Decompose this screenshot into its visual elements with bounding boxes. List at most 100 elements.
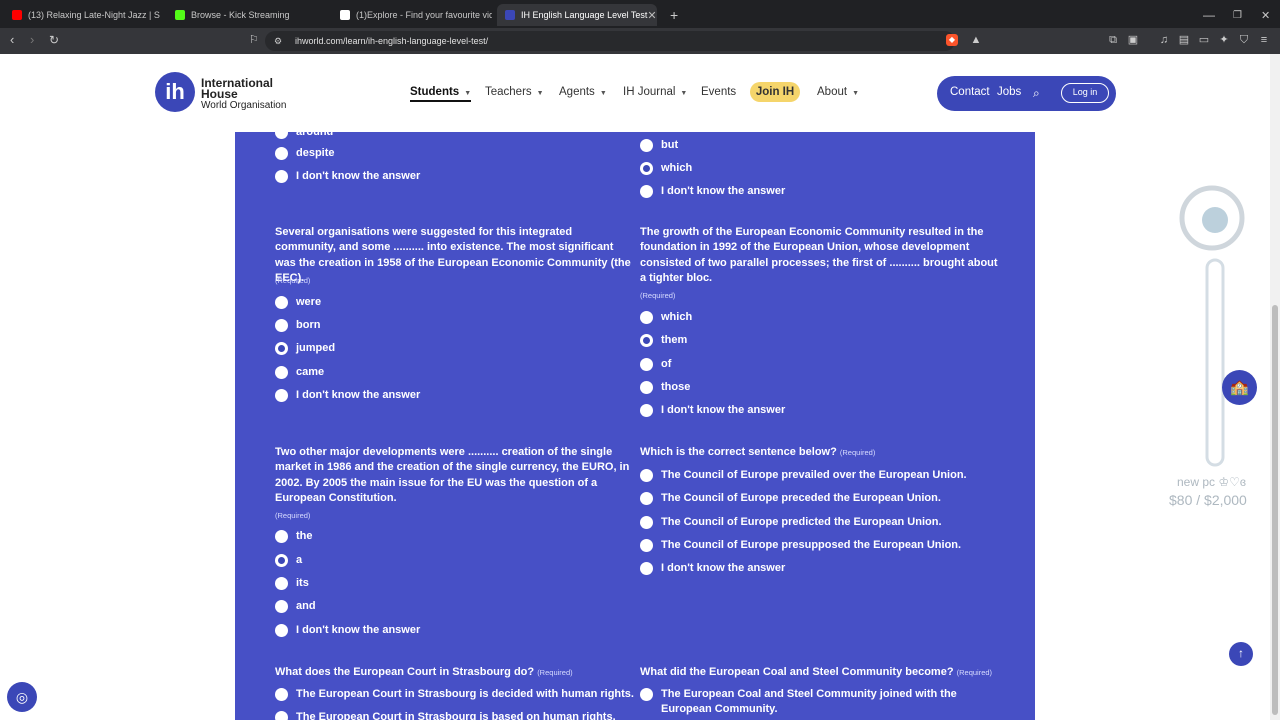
radio-button[interactable]: [275, 710, 288, 720]
menu-icon[interactable]: ≡: [1258, 34, 1270, 46]
radio-button[interactable]: [640, 688, 653, 701]
option-and[interactable]: and: [275, 599, 316, 613]
radio-button[interactable]: [275, 687, 288, 701]
option-came[interactable]: came: [275, 365, 324, 379]
option-predicted[interactable]: The Council of Europe predicted the Euro…: [640, 515, 942, 529]
option-presupposed[interactable]: The Council of Europe presupposed the Eu…: [640, 538, 961, 552]
extensions-icon[interactable]: ⧉: [1107, 34, 1119, 46]
contact-link[interactable]: Contact: [950, 86, 990, 98]
option-dont-know[interactable]: I don't know the answer: [640, 403, 785, 417]
nav-ih-journal[interactable]: IH Journal ▼: [623, 86, 687, 98]
scroll-to-top-icon[interactable]: ↑: [1229, 642, 1253, 666]
option-preceded[interactable]: The Council of Europe preceded the Europ…: [640, 491, 941, 505]
radio-button-selected[interactable]: [640, 333, 653, 347]
option-dont-know[interactable]: I don't know the answer: [275, 388, 420, 402]
reload-icon[interactable]: ↻: [49, 33, 59, 47]
site-settings-icon[interactable]: ⚙: [272, 35, 284, 47]
radio-button[interactable]: [275, 388, 288, 402]
radio-button[interactable]: [275, 295, 288, 309]
search-icon[interactable]: ⌕: [1033, 86, 1040, 101]
radio-button[interactable]: [275, 169, 288, 183]
option-were[interactable]: were: [275, 295, 321, 309]
nav-teachers[interactable]: Teachers ▼: [485, 86, 544, 98]
nav-students[interactable]: Students ▼: [410, 86, 472, 102]
new-tab-button[interactable]: +: [662, 4, 682, 26]
nav-events[interactable]: Events: [701, 86, 736, 98]
option-born[interactable]: born: [275, 318, 320, 332]
radio-button[interactable]: [275, 529, 288, 543]
radio-button[interactable]: [275, 132, 288, 139]
option-of[interactable]: of: [640, 357, 671, 371]
chat-icon[interactable]: ◎: [7, 682, 37, 712]
media-icon[interactable]: ♫: [1158, 34, 1170, 46]
forward-icon[interactable]: ›: [30, 33, 34, 47]
radio-button[interactable]: [275, 576, 288, 590]
radio-button[interactable]: [640, 138, 653, 152]
radio-button[interactable]: [275, 365, 288, 379]
radio-button[interactable]: [640, 310, 653, 324]
option-dont-know[interactable]: I don't know the answer: [275, 169, 420, 183]
ih-logo-icon[interactable]: ih: [155, 72, 195, 112]
wallet-icon[interactable]: ▭: [1198, 34, 1210, 46]
browser-tab-tiktok[interactable]: (1)Explore - Find your favourite video: [332, 4, 492, 26]
radio-button[interactable]: [640, 491, 653, 505]
option-despite[interactable]: despite: [275, 146, 335, 160]
radio-button-selected[interactable]: [275, 341, 288, 355]
option-but[interactable]: but: [640, 138, 678, 152]
minimize-icon[interactable]: —: [1195, 4, 1215, 26]
browser-tab-youtube[interactable]: (13) Relaxing Late-Night Jazz | Sa: [4, 4, 160, 26]
restore-icon[interactable]: ❐: [1225, 4, 1245, 26]
radio-button[interactable]: [640, 380, 653, 394]
radio-button[interactable]: [640, 403, 653, 417]
radio-button[interactable]: [640, 184, 653, 198]
radio-button[interactable]: [275, 318, 288, 332]
option-its[interactable]: its: [275, 576, 309, 590]
school-icon[interactable]: 🏫: [1222, 370, 1257, 405]
browser-tab-kick[interactable]: Browse - Kick Streaming: [167, 4, 327, 26]
radio-button[interactable]: [275, 599, 288, 613]
option-those[interactable]: those: [640, 380, 690, 394]
url-field[interactable]: ihworld.com/learn/ih-english-language-le…: [265, 31, 955, 51]
radio-button[interactable]: [640, 357, 653, 371]
browser-tab-ih[interactable]: IH English Language Level Test ✕: [497, 4, 657, 26]
option-prevailed[interactable]: The Council of Europe prevailed over the…: [640, 468, 967, 482]
radio-button[interactable]: [275, 623, 288, 637]
option-label: I don't know the answer: [661, 185, 786, 197]
leo-icon[interactable]: ✦: [1218, 34, 1230, 46]
radio-button-selected[interactable]: [640, 161, 653, 175]
option-dont-know[interactable]: I don't know the answer: [640, 184, 785, 198]
radio-button[interactable]: [640, 515, 653, 529]
vpn-icon[interactable]: ⛉: [1238, 34, 1250, 46]
radio-button[interactable]: [640, 468, 653, 482]
radio-button[interactable]: [640, 561, 653, 575]
bookmark-icon[interactable]: ⚐: [249, 33, 259, 47]
option-a[interactable]: a: [275, 553, 302, 567]
brave-rewards-icon[interactable]: ▲: [970, 34, 982, 46]
option-dont-know[interactable]: I don't know the answer: [275, 623, 420, 637]
close-window-icon[interactable]: ✕: [1253, 4, 1273, 26]
radio-button[interactable]: [275, 146, 288, 160]
sidebar-icon[interactable]: ▤: [1178, 34, 1190, 46]
option-based[interactable]: The European Court in Strasbourg is base…: [275, 710, 616, 720]
back-icon[interactable]: ‹: [10, 33, 14, 47]
option-around[interactable]: around: [275, 132, 333, 139]
radio-button-selected[interactable]: [275, 553, 288, 567]
join-ih-button[interactable]: Join IH: [750, 82, 800, 102]
brave-shields-icon[interactable]: ◆: [946, 34, 958, 46]
nav-agents[interactable]: Agents ▼: [559, 86, 607, 98]
login-button[interactable]: Log in: [1061, 83, 1109, 103]
option-decided[interactable]: The European Court in Strasbourg is deci…: [275, 687, 634, 701]
scrollbar-thumb[interactable]: [1272, 305, 1278, 715]
option-them[interactable]: them: [640, 333, 687, 347]
option-dont-know[interactable]: I don't know the answer: [640, 561, 785, 575]
close-tab-icon[interactable]: ✕: [647, 9, 656, 22]
screenshot-icon[interactable]: ▣: [1127, 34, 1139, 46]
option-joined[interactable]: The European Coal and Steel Community jo…: [640, 687, 970, 717]
nav-about[interactable]: About ▼: [817, 86, 859, 98]
option-which[interactable]: which: [640, 310, 692, 324]
jobs-link[interactable]: Jobs: [997, 86, 1021, 98]
option-which[interactable]: which: [640, 161, 692, 175]
radio-button[interactable]: [640, 538, 653, 552]
option-jumped[interactable]: jumped: [275, 341, 335, 355]
option-the[interactable]: the: [275, 529, 313, 543]
